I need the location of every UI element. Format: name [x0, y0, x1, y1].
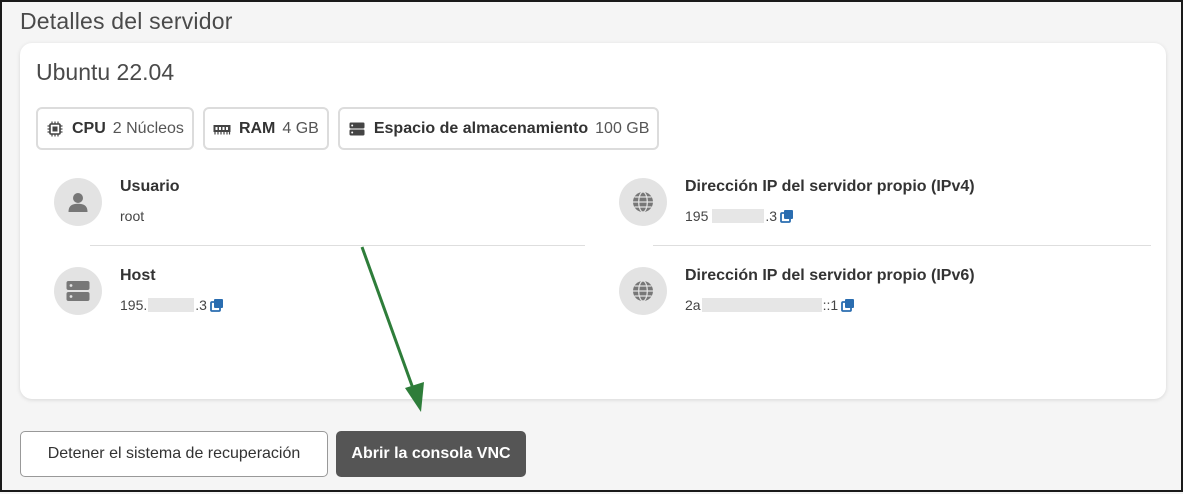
user-value: root: [120, 208, 145, 224]
user-info: Usuario root: [54, 178, 584, 238]
ipv4-value: 195 .3: [685, 208, 794, 224]
open-vnc-button[interactable]: Abrir la consola VNC: [336, 431, 526, 477]
host-title: Host: [120, 267, 156, 284]
user-title: Usuario: [120, 178, 180, 195]
ipv4-info: Dirección IP del servidor propio (IPv4) …: [619, 178, 1159, 238]
divider: [653, 245, 1151, 246]
server-details-card: Ubuntu 22.04 CPU 2 Núcleos RAM 4 GB Espa…: [20, 43, 1166, 399]
window-frame: Detalles del servidor Ubuntu 22.04 CPU 2…: [0, 0, 1183, 492]
host-value: 195. .3: [120, 297, 224, 313]
host-ip-prefix: 195.: [120, 297, 148, 313]
storage-icon: [348, 120, 366, 138]
redacted-block: [712, 209, 765, 223]
ipv6-value: 2a ::1: [685, 297, 855, 313]
spec-chip-storage: Espacio de almacenamiento 100 GB: [337, 107, 660, 150]
ipv4-title: Dirección IP del servidor propio (IPv4): [685, 178, 975, 195]
spec-chip-cpu: CPU 2 Núcleos: [36, 107, 194, 150]
os-title: Ubuntu 22.04: [36, 59, 175, 85]
ram-icon: [213, 120, 231, 138]
host-ip-suffix: .3: [195, 297, 207, 313]
server-icon: [54, 267, 102, 315]
copy-icon[interactable]: [210, 298, 224, 312]
ipv4-prefix: 195: [685, 208, 709, 224]
globe-icon: [619, 178, 667, 226]
stop-rescue-button[interactable]: Detener el sistema de recuperación: [20, 431, 328, 477]
spec-value: 2 Núcleos: [112, 119, 184, 137]
spec-chip-ram: RAM 4 GB: [202, 107, 329, 150]
cpu-icon: [46, 120, 64, 138]
globe-icon: [619, 267, 667, 315]
redacted-block: [148, 298, 195, 312]
ipv6-suffix: ::1: [822, 297, 839, 313]
spec-label: CPU: [72, 119, 106, 137]
copy-icon[interactable]: [841, 298, 855, 312]
user-icon: [54, 178, 102, 226]
ipv4-suffix: .3: [765, 208, 778, 224]
host-info: Host 195. .3: [54, 267, 584, 327]
spec-value: 100 GB: [595, 119, 650, 137]
copy-icon[interactable]: [780, 209, 794, 223]
page-title: Detalles del servidor: [20, 8, 233, 34]
redacted-block: [701, 298, 822, 312]
spec-label: RAM: [238, 119, 276, 137]
spec-value: 4 GB: [282, 119, 319, 137]
spec-label: Espacio de almacenamiento: [373, 119, 589, 137]
divider: [90, 245, 585, 246]
ipv6-prefix: 2a: [685, 297, 701, 313]
spec-chips: CPU 2 Núcleos RAM 4 GB Espacio de almace…: [36, 107, 660, 150]
ipv6-info: Dirección IP del servidor propio (IPv6) …: [619, 267, 1159, 327]
ipv6-title: Dirección IP del servidor propio (IPv6): [685, 267, 975, 284]
